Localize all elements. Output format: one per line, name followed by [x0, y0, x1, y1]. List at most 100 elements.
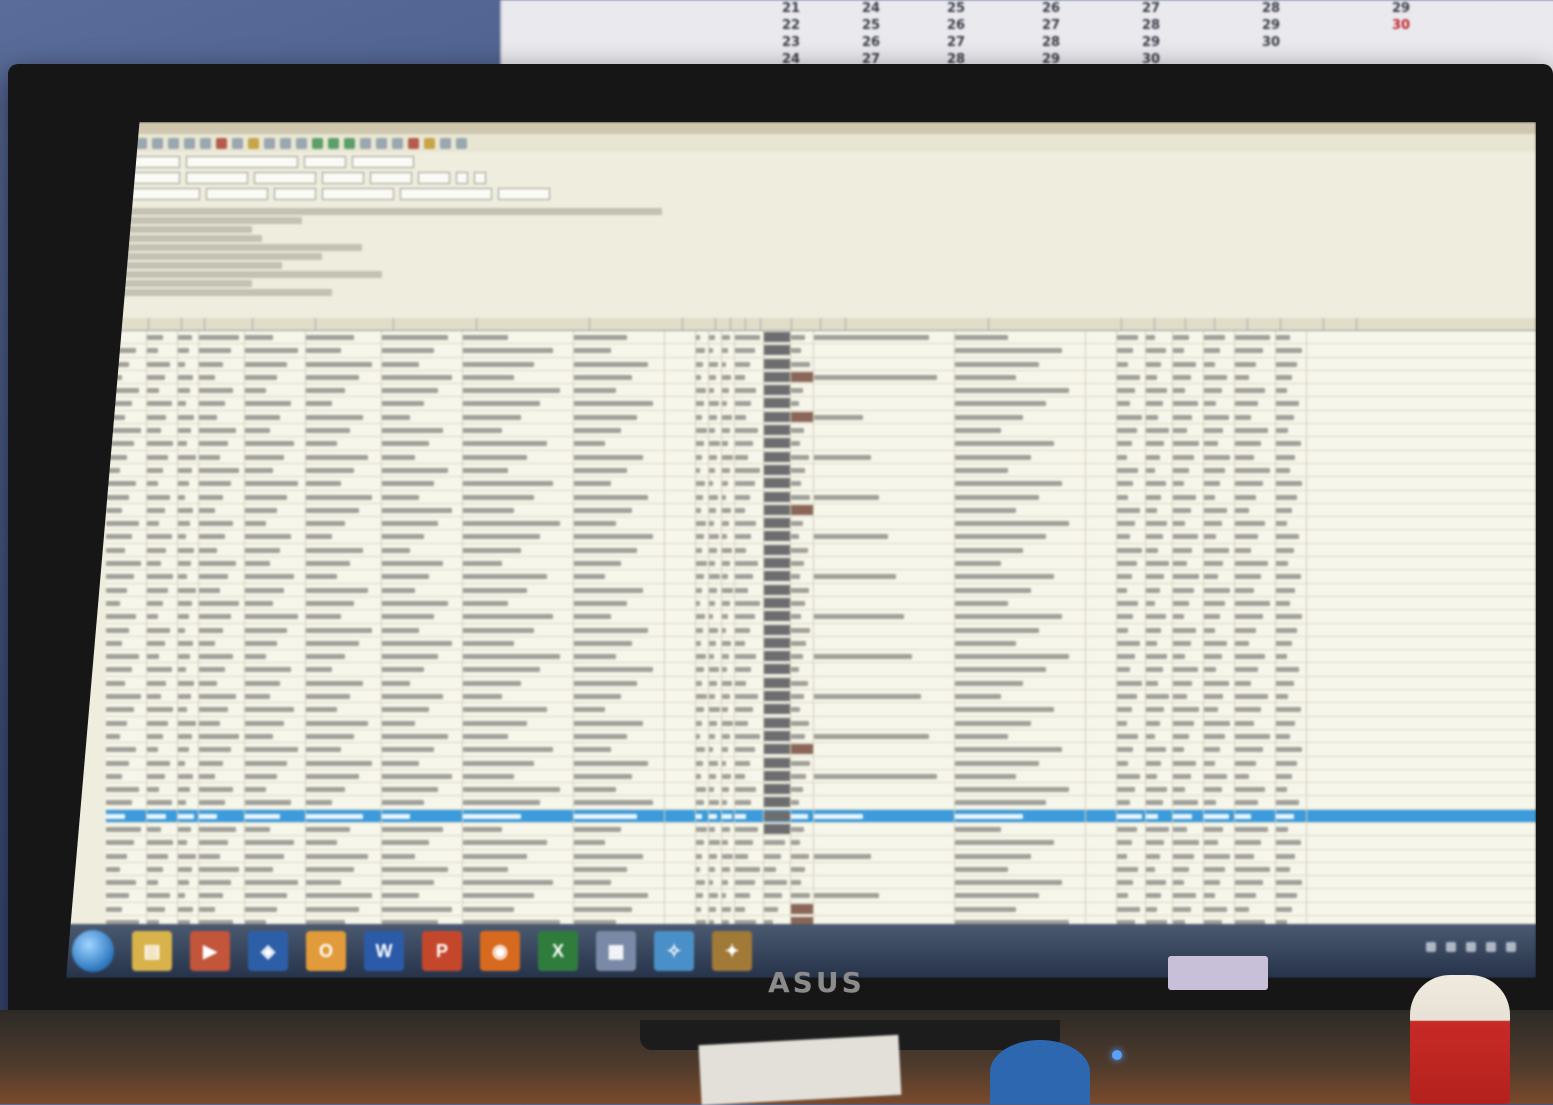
table-row[interactable] — [106, 596, 1536, 611]
filter-field[interactable] — [206, 188, 268, 200]
tool-app-icon[interactable]: ✦ — [712, 931, 752, 971]
table-row[interactable] — [106, 849, 1536, 863]
table-row[interactable] — [106, 690, 1536, 704]
grid-column-header[interactable] — [316, 318, 394, 330]
table-row[interactable] — [106, 663, 1536, 677]
table-row[interactable] — [106, 783, 1536, 797]
toolbar-button[interactable] — [424, 137, 435, 149]
table-row[interactable] — [106, 902, 1536, 917]
table-row[interactable] — [106, 862, 1536, 877]
grid-column-header[interactable] — [590, 318, 683, 330]
toolbar-button[interactable] — [280, 137, 291, 149]
toolbar-button[interactable] — [392, 137, 403, 149]
toolbar-button[interactable] — [408, 137, 419, 149]
table-row[interactable] — [106, 384, 1536, 398]
explorer-icon[interactable]: ▤ — [132, 931, 172, 971]
table-row[interactable] — [106, 769, 1536, 784]
table-row[interactable] — [106, 450, 1536, 464]
toolbar-button[interactable] — [456, 137, 467, 149]
table-row[interactable] — [106, 331, 1536, 345]
table-row[interactable] — [106, 636, 1536, 651]
outlook-icon[interactable]: O — [306, 931, 346, 971]
table-row[interactable] — [106, 517, 1536, 531]
table-row[interactable] — [106, 570, 1536, 584]
grid-column-header[interactable] — [477, 318, 590, 330]
table-row[interactable] — [106, 729, 1536, 744]
grid-column-header[interactable] — [1122, 318, 1155, 330]
grid-column-header[interactable] — [106, 318, 149, 330]
grid-column-header[interactable] — [821, 318, 846, 330]
filter-field[interactable] — [128, 156, 180, 168]
table-row[interactable] — [106, 743, 1536, 757]
tray-icon[interactable] — [1446, 942, 1456, 952]
start-button[interactable] — [72, 930, 114, 972]
toolbar-button[interactable] — [232, 137, 243, 149]
table-row[interactable] — [106, 557, 1536, 571]
word-icon[interactable]: W — [364, 931, 404, 971]
table-row[interactable] — [106, 424, 1536, 438]
table-row[interactable] — [106, 437, 1536, 451]
grid-column-header[interactable] — [761, 318, 792, 330]
table-row[interactable] — [106, 344, 1536, 358]
table-row[interactable] — [106, 676, 1536, 691]
table-row[interactable] — [106, 650, 1536, 664]
table-row[interactable] — [106, 822, 1536, 837]
toolbar-button[interactable] — [360, 137, 371, 149]
grid-column-header[interactable] — [1155, 318, 1186, 330]
table-row[interactable] — [106, 889, 1536, 903]
filter-field[interactable] — [186, 156, 298, 168]
tray-icon[interactable] — [1506, 942, 1516, 952]
filter-field[interactable] — [352, 156, 414, 168]
toolbar-button[interactable] — [344, 137, 355, 149]
table-row[interactable] — [106, 716, 1536, 730]
filter-field[interactable] — [128, 172, 180, 184]
filter-field[interactable] — [322, 188, 394, 200]
grid-column-header[interactable] — [1186, 318, 1215, 330]
firefox-icon[interactable]: ◉ — [480, 931, 520, 971]
table-row[interactable] — [106, 543, 1536, 558]
grid-column-header[interactable] — [989, 318, 1122, 330]
toolbar-button[interactable] — [312, 137, 323, 149]
toolbar-button[interactable] — [264, 137, 275, 149]
tray-icon[interactable] — [1486, 942, 1496, 952]
grid-column-header[interactable] — [394, 318, 477, 330]
tray-icon[interactable] — [1466, 942, 1476, 952]
security-shield-icon[interactable]: ◈ — [248, 931, 288, 971]
table-row[interactable] — [106, 490, 1536, 504]
toolbar-button[interactable] — [328, 137, 339, 149]
table-row[interactable] — [106, 357, 1536, 371]
network-app-icon[interactable]: ✧ — [654, 931, 694, 971]
filter-field[interactable] — [322, 172, 364, 184]
table-row[interactable] — [106, 397, 1536, 411]
grid-column-header[interactable] — [746, 318, 761, 330]
grid-column-header[interactable] — [716, 318, 731, 330]
filter-field[interactable] — [304, 156, 346, 168]
toolbar-button[interactable] — [136, 137, 147, 149]
table-row[interactable] — [106, 477, 1536, 491]
filter-field[interactable] — [498, 188, 550, 200]
table-row[interactable] — [106, 623, 1536, 637]
table-row[interactable] — [106, 809, 1536, 823]
toolbar-button[interactable] — [216, 137, 227, 149]
toolbar-button[interactable] — [248, 137, 259, 149]
table-row[interactable] — [106, 463, 1536, 478]
grid-column-header[interactable] — [1248, 318, 1281, 330]
powerpoint-icon[interactable]: P — [422, 931, 462, 971]
table-row[interactable] — [106, 836, 1536, 850]
table-row[interactable] — [106, 530, 1536, 544]
filter-field[interactable] — [418, 172, 450, 184]
grid-column-header[interactable] — [205, 318, 253, 330]
app-window-icon[interactable]: ▦ — [596, 931, 636, 971]
table-row[interactable] — [106, 796, 1536, 810]
table-row[interactable] — [106, 370, 1536, 385]
grid-column-header[interactable] — [1281, 318, 1324, 330]
grid-column-header[interactable] — [1324, 318, 1357, 330]
table-row[interactable] — [106, 583, 1536, 597]
toolbar-button[interactable] — [440, 137, 451, 149]
toolbar-button[interactable] — [184, 137, 195, 149]
filter-field[interactable] — [128, 188, 200, 200]
filter-field[interactable] — [274, 188, 316, 200]
filter-field[interactable] — [254, 172, 316, 184]
table-row[interactable] — [106, 503, 1536, 518]
filter-checkbox[interactable] — [474, 172, 486, 184]
